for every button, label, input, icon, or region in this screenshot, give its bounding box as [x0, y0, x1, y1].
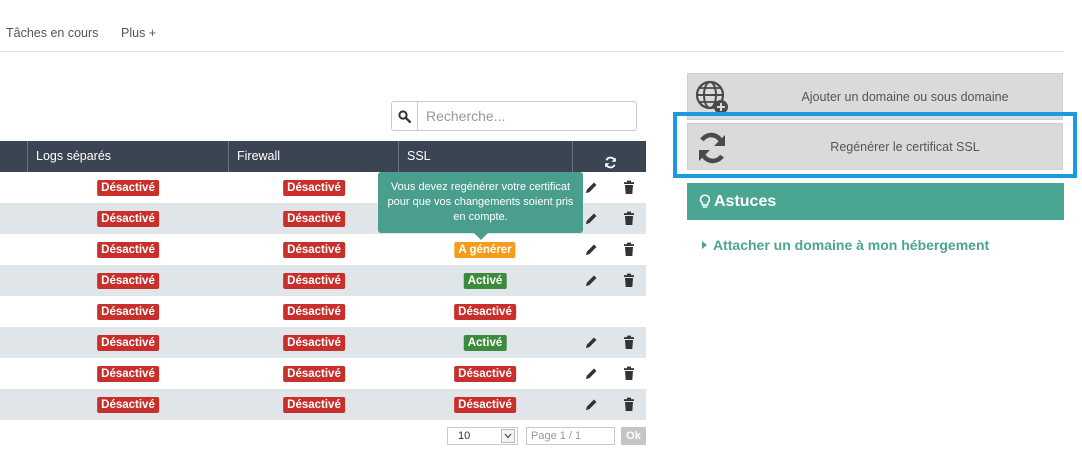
per-page-value: 10	[458, 430, 471, 442]
tip-link-label: Attacher un domaine à mon hébergement	[713, 237, 990, 253]
search-box	[391, 101, 637, 131]
ssl-status-badge: Activé	[463, 273, 507, 289]
firewall-status-badge: Désactivé	[283, 242, 345, 258]
search-input[interactable]	[419, 102, 635, 130]
firewall-status-badge: Désactivé	[283, 273, 345, 289]
logs-status-badge: Désactivé	[97, 180, 159, 196]
logs-status-badge: Désactivé	[97, 397, 159, 413]
delete-icon[interactable]	[623, 211, 637, 226]
ssl-status-badge: Désactivé	[454, 366, 516, 382]
edit-icon[interactable]	[584, 211, 598, 226]
table-row: Désactivé Désactivé A générer	[0, 234, 646, 265]
ok-button[interactable]: Ok	[621, 427, 646, 445]
col-firewall[interactable]: Firewall	[228, 141, 398, 172]
tab-taches-en-cours[interactable]: Tâches en cours	[6, 26, 98, 40]
delete-icon[interactable]	[623, 242, 637, 257]
delete-icon[interactable]	[623, 366, 637, 381]
table-row: Désactivé Désactivé Activé	[0, 327, 646, 358]
firewall-status-badge: Désactivé	[283, 397, 345, 413]
ssl-status-badge: Désactivé	[454, 397, 516, 413]
table-header: Logs séparés Firewall SSL	[0, 141, 646, 172]
tooltip-arrow	[474, 233, 488, 240]
ssl-status-badge: Désactivé	[454, 304, 516, 320]
highlight-box	[673, 112, 1077, 178]
col-ssl[interactable]: SSL	[398, 141, 572, 172]
table-row: Désactivé Désactivé Désactivé	[0, 389, 646, 420]
ssl-status-badge: A générer	[454, 242, 516, 258]
astuces-title: Astuces	[714, 193, 777, 210]
logs-status-badge: Désactivé	[97, 366, 159, 382]
tip-link-attacher-domaine[interactable]: Attacher un domaine à mon hébergement	[702, 237, 989, 253]
tab-plus[interactable]: Plus +	[121, 26, 156, 40]
per-page-select[interactable]: 10	[447, 427, 518, 445]
logs-status-badge: Désactivé	[97, 242, 159, 258]
firewall-status-badge: Désactivé	[283, 335, 345, 351]
page-input[interactable]: Page 1 / 1	[526, 427, 615, 445]
logs-status-badge: Désactivé	[97, 273, 159, 289]
top-nav: Tâches en cours Plus +	[0, 0, 1064, 52]
search-icon[interactable]	[392, 102, 418, 130]
logs-status-badge: Désactivé	[97, 335, 159, 351]
firewall-status-badge: Désactivé	[283, 304, 345, 320]
astuces-panel-header: Astuces	[687, 183, 1064, 220]
delete-icon[interactable]	[623, 273, 637, 288]
edit-icon[interactable]	[584, 242, 598, 257]
tooltip-text: Vous devez regénérer votre certificat po…	[387, 181, 574, 223]
table-row: Désactivé Désactivé Désactivé	[0, 296, 646, 327]
delete-icon[interactable]	[623, 335, 637, 350]
table-row: Désactivé Désactivé Désactivé	[0, 358, 646, 389]
lightbulb-icon	[699, 194, 711, 210]
refresh-icon[interactable]	[604, 150, 617, 169]
logs-status-badge: Désactivé	[97, 304, 159, 320]
firewall-status-badge: Désactivé	[283, 366, 345, 382]
col-refresh	[572, 141, 646, 172]
delete-icon[interactable]	[623, 180, 637, 195]
edit-icon[interactable]	[584, 273, 598, 288]
delete-icon[interactable]	[623, 397, 637, 412]
firewall-status-badge: Désactivé	[283, 211, 345, 227]
firewall-status-badge: Désactivé	[283, 180, 345, 196]
chevron-down-icon[interactable]	[501, 429, 515, 443]
table-row: Désactivé Désactivé Activé	[0, 265, 646, 296]
edit-icon[interactable]	[584, 366, 598, 381]
col-logs-separes[interactable]: Logs séparés	[27, 141, 228, 172]
ssl-tooltip: Vous devez regénérer votre certificat po…	[378, 172, 583, 240]
caret-right-icon	[702, 241, 707, 249]
edit-icon[interactable]	[584, 180, 598, 195]
edit-icon[interactable]	[584, 335, 598, 350]
edit-icon[interactable]	[584, 397, 598, 412]
ssl-status-badge: Activé	[463, 335, 507, 351]
logs-status-badge: Désactivé	[97, 211, 159, 227]
